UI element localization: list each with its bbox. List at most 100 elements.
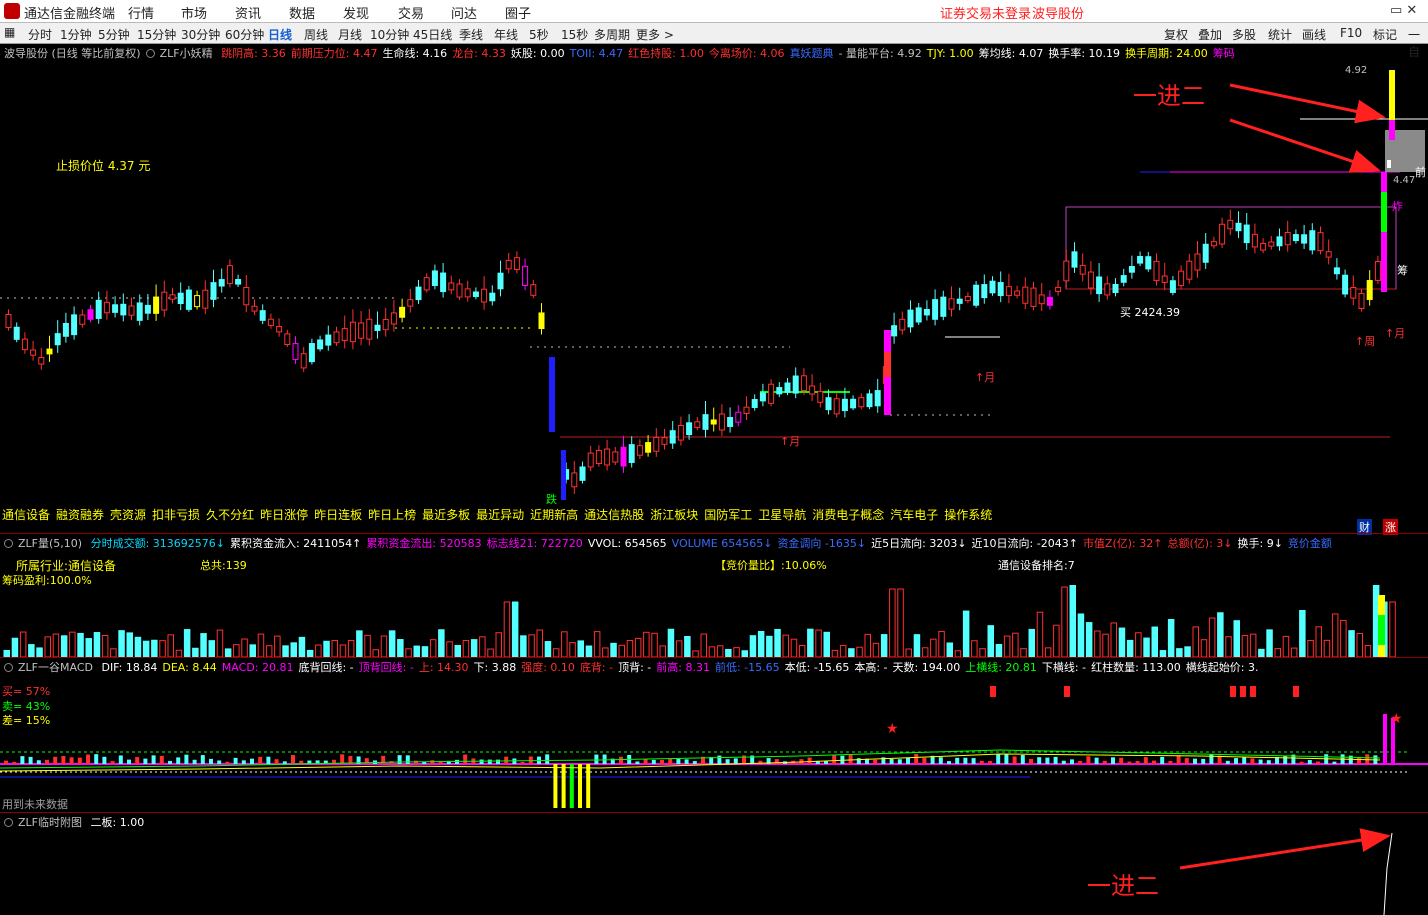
timeframe-tab-1[interactable]: 1分钟: [60, 26, 92, 43]
volume-bar: [1290, 647, 1298, 657]
concept-tag-15[interactable]: 消费电子概念: [812, 508, 884, 522]
candle-body: [604, 448, 611, 466]
candle-body: [538, 312, 545, 330]
macd-bar: [1316, 761, 1320, 764]
menu-item-1[interactable]: 市场: [181, 3, 207, 22]
volume-bar: [192, 647, 199, 657]
macd-indicator-name[interactable]: ZLF一谷MACD: [18, 661, 93, 674]
timeframe-tab-14[interactable]: 15秒: [561, 26, 588, 43]
macd-value-13: 本高: -: [854, 661, 888, 674]
macd-bar: [135, 757, 140, 764]
concept-tag-12[interactable]: 浙江板块: [650, 508, 698, 522]
vol-value-6: 资金调向 -1635↓: [777, 537, 867, 550]
window-controls-icon[interactable]: ▭ ✕: [1390, 3, 1417, 18]
zha-label: 炸: [1392, 200, 1403, 213]
candle-body: [932, 299, 939, 320]
concept-tag-4[interactable]: 久不分红: [206, 508, 254, 522]
tool-button-1[interactable]: 叠加: [1198, 26, 1222, 43]
volume-bar: [757, 631, 765, 657]
collapse-icon[interactable]: [4, 663, 13, 672]
timeframe-tab-5[interactable]: 60分钟: [225, 26, 264, 43]
tool-button-3[interactable]: 统计: [1268, 26, 1292, 43]
timeframe-tab-0[interactable]: 分时: [28, 26, 52, 43]
concept-tag-14[interactable]: 卫星导航: [758, 508, 806, 522]
timeframe-tab-16[interactable]: 更多 >: [636, 26, 674, 43]
concept-tag-9[interactable]: 最近异动: [476, 508, 524, 522]
macd-bar: [832, 754, 837, 764]
collapse-icon[interactable]: [4, 539, 13, 548]
candle-body: [226, 265, 233, 285]
drop-candle-2: [561, 450, 566, 500]
menu-item-3[interactable]: 数据: [289, 3, 315, 22]
menu-item-0[interactable]: 行情: [128, 3, 154, 22]
macd-bar: [496, 759, 500, 764]
menu-item-6[interactable]: 问达: [451, 3, 477, 22]
macd-bar: [643, 759, 648, 764]
macd-value-1: DEA: 8.44: [162, 661, 217, 674]
concept-tag-17[interactable]: 操作系统: [944, 508, 992, 522]
tool-button-2[interactable]: 多股: [1232, 26, 1256, 43]
candle-body: [1227, 219, 1234, 230]
concept-tag-10[interactable]: 近期新高: [530, 508, 578, 522]
tool-button-0[interactable]: 复权: [1164, 26, 1188, 43]
candle-body: [989, 280, 996, 294]
concept-tag-11[interactable]: 通达信热股: [584, 508, 644, 522]
timeframe-tab-11[interactable]: 季线: [459, 26, 483, 43]
timeframe-tab-9[interactable]: 10分钟: [370, 26, 409, 43]
f10-button[interactable]: F10: [1340, 26, 1362, 40]
timeframe-tab-2[interactable]: 5分钟: [98, 26, 130, 43]
volume-bar: [946, 642, 953, 657]
concept-tag-13[interactable]: 国防军工: [704, 508, 752, 522]
candle-body: [759, 392, 766, 402]
concept-tag-3[interactable]: 扣非亏损: [152, 508, 200, 522]
volume-bar: [593, 631, 601, 657]
concept-tag-2[interactable]: 壳资源: [110, 508, 146, 522]
timeframe-tab-12[interactable]: 年线: [494, 26, 518, 43]
menu-item-5[interactable]: 交易: [398, 3, 424, 22]
tool-button-4[interactable]: 画线: [1302, 26, 1326, 43]
timeframe-tab-10[interactable]: 45日线: [413, 26, 452, 43]
candle-body: [1038, 294, 1045, 305]
concept-tag-0[interactable]: 通信设备: [2, 508, 50, 522]
menu-item-7[interactable]: 圈子: [505, 3, 531, 22]
macd-bar: [1299, 761, 1304, 764]
macd-chart[interactable]: ★★: [0, 676, 1428, 810]
concept-tag-16[interactable]: 汽车电子: [890, 508, 938, 522]
concept-tag-7[interactable]: 昨日上榜: [368, 508, 416, 522]
timeframe-tab-3[interactable]: 15分钟: [137, 26, 176, 43]
volume-bar: [175, 649, 183, 657]
volume-bar: [889, 588, 896, 657]
timeframe-tab-13[interactable]: 5秒: [529, 26, 549, 43]
collapse-icon[interactable]: [145, 49, 155, 58]
concept-tag-5[interactable]: 昨日涨停: [260, 508, 308, 522]
volume-bar: [552, 648, 560, 657]
volume-bar: [1208, 617, 1216, 657]
collapse-icon[interactable]: [4, 818, 13, 827]
candle-body: [1350, 286, 1357, 299]
timeframe-tab-6[interactable]: 日线: [268, 26, 292, 43]
indicator-name[interactable]: ZLF小妖精: [160, 47, 213, 60]
menu-item-2[interactable]: 资讯: [235, 3, 261, 22]
timeframe-tab-8[interactable]: 月线: [338, 26, 362, 43]
timeframe-tab-15[interactable]: 多周期: [594, 26, 630, 43]
candlestick-chart[interactable]: [0, 62, 1428, 532]
trade-notice[interactable]: 证券交易未登录: [940, 3, 1031, 22]
candle-body: [194, 295, 201, 308]
candle-body: [727, 417, 734, 427]
candle-body: [1202, 243, 1209, 263]
menu-item-4[interactable]: 发现: [343, 3, 369, 22]
concept-tag-1[interactable]: 融资融券: [56, 508, 104, 522]
concept-tag-8[interactable]: 最近多板: [422, 508, 470, 522]
candle-body: [1087, 271, 1094, 289]
grid-icon[interactable]: ▦: [4, 25, 15, 39]
vol-value-0: 分时成交额: 313692576↓: [90, 537, 225, 550]
timeframe-tab-7[interactable]: 周线: [304, 26, 328, 43]
volume-chart[interactable]: [0, 585, 1428, 657]
vol-indicator-name[interactable]: ZLF量(5,10): [18, 537, 82, 550]
timeframe-tab-4[interactable]: 30分钟: [181, 26, 220, 43]
candle-body: [948, 298, 955, 310]
temp-chart[interactable]: [0, 828, 1428, 915]
concept-tag-6[interactable]: 昨日连板: [314, 508, 362, 522]
tool-button-5[interactable]: 标记: [1373, 26, 1397, 43]
volume-bar: [200, 633, 207, 657]
